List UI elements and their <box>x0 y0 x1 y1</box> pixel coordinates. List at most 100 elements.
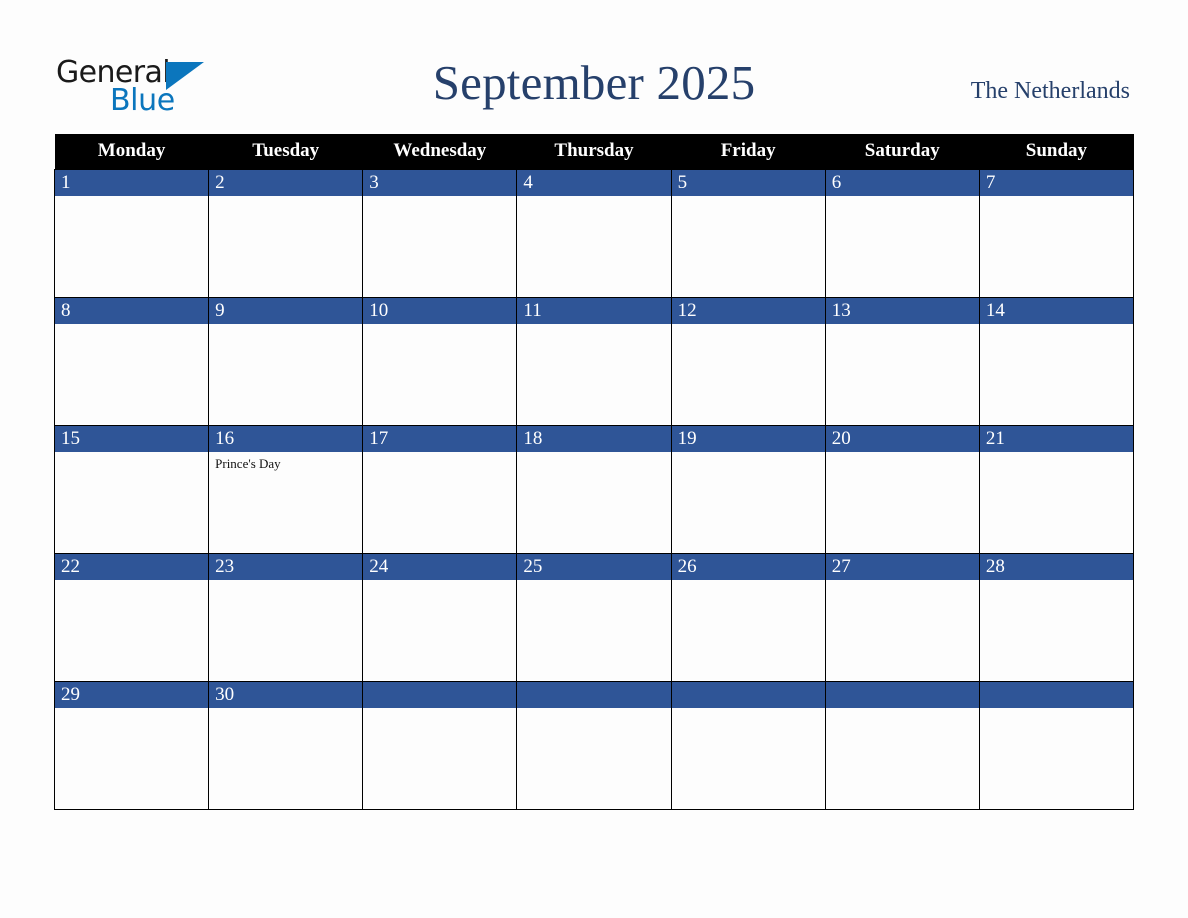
day-number <box>825 681 979 708</box>
day-events[interactable] <box>363 323 517 424</box>
day-cell-28[interactable]: 28 <box>978 552 1135 682</box>
day-number: 28 <box>979 553 1133 580</box>
day-events[interactable] <box>55 451 209 552</box>
day-cell-5[interactable]: 5 <box>670 168 826 298</box>
day-cell-25[interactable]: 25 <box>516 552 672 682</box>
day-number <box>671 681 825 708</box>
day-number: 5 <box>671 169 825 196</box>
day-number <box>517 681 671 708</box>
day-cell-2[interactable]: 2 <box>208 168 364 298</box>
weekday-header-monday: Monday <box>54 134 209 169</box>
day-cell-10[interactable]: 10 <box>362 296 518 426</box>
day-events[interactable] <box>55 195 209 296</box>
day-cell-13[interactable]: 13 <box>824 296 980 426</box>
day-events[interactable] <box>671 707 825 808</box>
day-cell-7[interactable]: 7 <box>978 168 1135 298</box>
day-events[interactable] <box>209 707 363 808</box>
day-events[interactable] <box>55 707 209 808</box>
weekday-header-friday: Friday <box>671 134 826 169</box>
day-events[interactable] <box>979 451 1133 552</box>
day-cell-27[interactable]: 27 <box>824 552 980 682</box>
day-events[interactable] <box>363 707 517 808</box>
day-events[interactable] <box>979 579 1133 680</box>
day-number: 15 <box>55 425 209 452</box>
day-events[interactable] <box>517 323 671 424</box>
calendar-grid: Monday Tuesday Wednesday Thursday Friday Satu… <box>53 134 1135 810</box>
weekday-header-sunday: Sunday <box>979 134 1134 169</box>
day-events[interactable] <box>825 707 979 808</box>
day-number: 3 <box>363 169 517 196</box>
day-events[interactable]: Prince's Day <box>209 451 363 552</box>
day-events[interactable] <box>979 707 1133 808</box>
day-number: 25 <box>517 553 671 580</box>
day-cell-16[interactable]: 16 Prince's Day <box>208 424 364 554</box>
day-events[interactable] <box>363 195 517 296</box>
day-events[interactable] <box>671 451 825 552</box>
day-cell-4[interactable]: 4 <box>516 168 672 298</box>
day-cell-empty[interactable] <box>978 680 1135 810</box>
day-number <box>979 681 1133 708</box>
day-cell-11[interactable]: 11 <box>516 296 672 426</box>
day-events[interactable] <box>825 323 979 424</box>
day-events[interactable] <box>209 323 363 424</box>
day-number: 17 <box>363 425 517 452</box>
day-cell-empty[interactable] <box>362 680 518 810</box>
day-cell-15[interactable]: 15 <box>53 424 210 554</box>
day-number: 2 <box>209 169 363 196</box>
day-number: 6 <box>825 169 979 196</box>
day-cell-empty[interactable] <box>670 680 826 810</box>
day-number: 10 <box>363 297 517 324</box>
day-cell-empty[interactable] <box>516 680 672 810</box>
day-cell-9[interactable]: 9 <box>208 296 364 426</box>
day-events[interactable] <box>517 707 671 808</box>
day-events[interactable] <box>55 579 209 680</box>
day-number: 12 <box>671 297 825 324</box>
day-number: 13 <box>825 297 979 324</box>
day-cell-23[interactable]: 23 <box>208 552 364 682</box>
day-events[interactable] <box>825 579 979 680</box>
day-events[interactable] <box>209 579 363 680</box>
day-cell-14[interactable]: 14 <box>978 296 1135 426</box>
day-cell-1[interactable]: 1 <box>53 168 210 298</box>
day-number: 16 <box>209 425 363 452</box>
day-cell-17[interactable]: 17 <box>362 424 518 554</box>
day-cell-12[interactable]: 12 <box>670 296 826 426</box>
day-events[interactable] <box>517 195 671 296</box>
day-cell-6[interactable]: 6 <box>824 168 980 298</box>
day-cell-21[interactable]: 21 <box>978 424 1135 554</box>
day-events[interactable] <box>671 323 825 424</box>
calendar-week-row: 22 23 24 25 26 27 28 <box>53 552 1135 682</box>
day-events[interactable] <box>363 451 517 552</box>
day-cell-18[interactable]: 18 <box>516 424 672 554</box>
day-events[interactable] <box>209 195 363 296</box>
day-cell-20[interactable]: 20 <box>824 424 980 554</box>
day-events[interactable] <box>517 579 671 680</box>
day-cell-30[interactable]: 30 <box>208 680 364 810</box>
day-events[interactable] <box>825 451 979 552</box>
day-cell-29[interactable]: 29 <box>53 680 210 810</box>
day-cell-24[interactable]: 24 <box>362 552 518 682</box>
day-events[interactable] <box>979 195 1133 296</box>
day-cell-22[interactable]: 22 <box>53 552 210 682</box>
day-number: 8 <box>55 297 209 324</box>
calendar-week-row: 29 30 <box>53 680 1135 810</box>
day-cell-8[interactable]: 8 <box>53 296 210 426</box>
day-events[interactable] <box>671 579 825 680</box>
day-number: 20 <box>825 425 979 452</box>
weekday-header-thursday: Thursday <box>516 134 672 169</box>
day-number: 21 <box>979 425 1133 452</box>
day-cell-26[interactable]: 26 <box>670 552 826 682</box>
day-events[interactable] <box>363 579 517 680</box>
day-events[interactable] <box>979 323 1133 424</box>
event-label: Prince's Day <box>215 455 281 471</box>
day-events[interactable] <box>825 195 979 296</box>
day-cell-3[interactable]: 3 <box>362 168 518 298</box>
day-events[interactable] <box>671 195 825 296</box>
day-cell-empty[interactable] <box>824 680 980 810</box>
day-cell-19[interactable]: 19 <box>670 424 826 554</box>
day-events[interactable] <box>517 451 671 552</box>
day-number: 26 <box>671 553 825 580</box>
day-number: 27 <box>825 553 979 580</box>
day-events[interactable] <box>55 323 209 424</box>
weekday-header: Monday Tuesday Wednesday Thursday Friday Satu… <box>54 134 1134 169</box>
